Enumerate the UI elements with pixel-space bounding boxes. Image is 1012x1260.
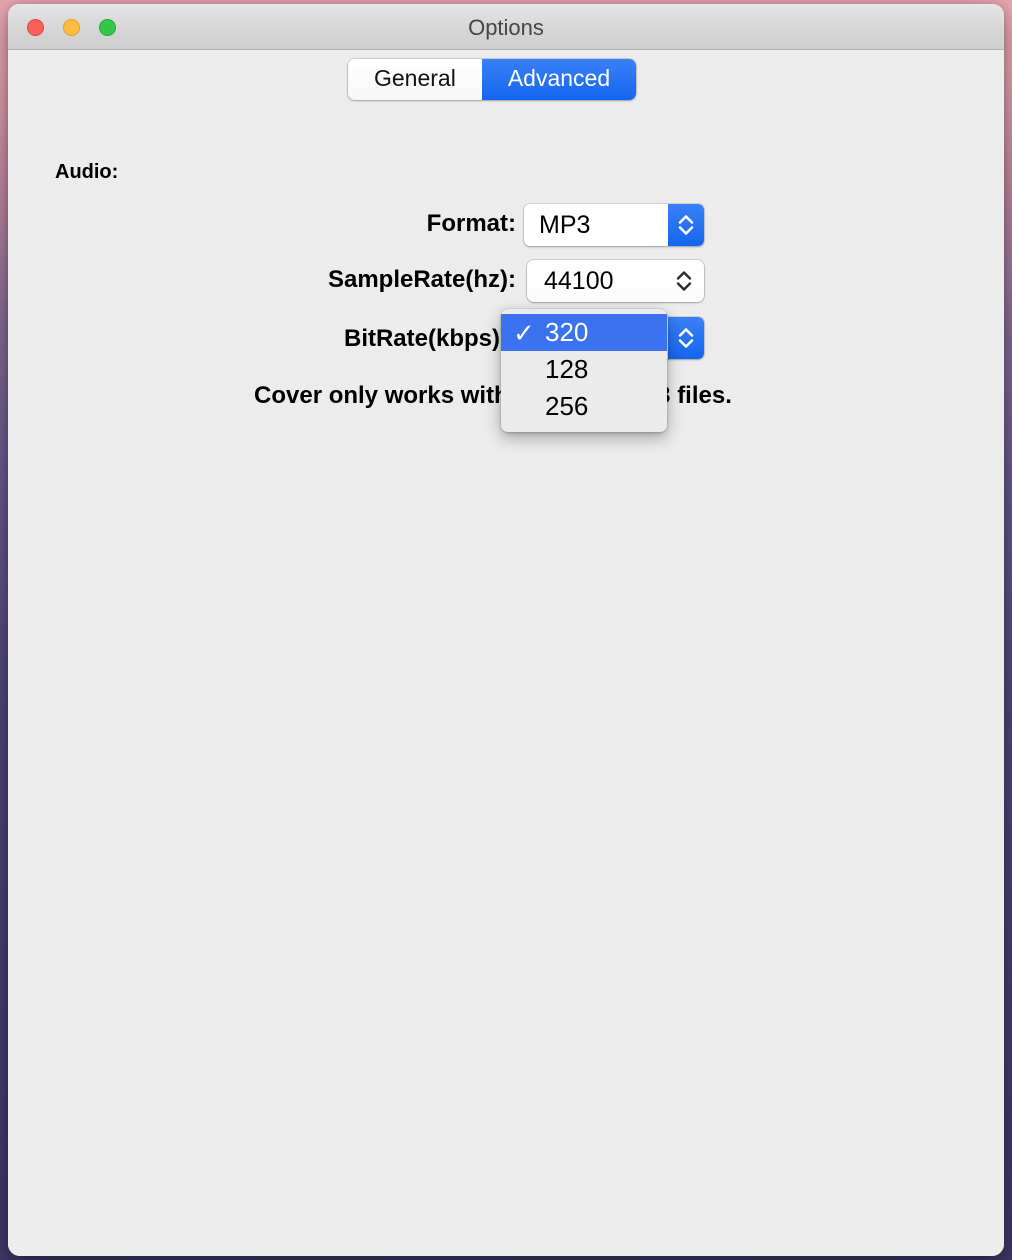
dropdown-item-128[interactable]: 128	[501, 351, 667, 388]
tab-bar: General Advanced	[348, 59, 637, 100]
samplerate-value[interactable]: 44100	[527, 267, 664, 296]
bitrate-label: BitRate(kbps):	[343, 325, 508, 352]
dropdown-item-label: 320	[545, 317, 589, 347]
bitrate-dropdown-menu[interactable]: ✓ 320 128 256	[501, 309, 667, 432]
tab-advanced[interactable]: Advanced	[481, 59, 637, 100]
samplerate-stepper-icon[interactable]	[664, 268, 704, 294]
bitrate-row: BitRate(kbps):	[8, 323, 508, 363]
bitrate-stepper-icon[interactable]	[668, 317, 704, 359]
samplerate-row: SampleRate(hz):	[8, 264, 516, 304]
format-popup-button[interactable]: MP3	[524, 204, 704, 246]
format-value: MP3	[539, 210, 591, 239]
checkmark-icon: ✓	[513, 317, 535, 348]
format-stepper-icon[interactable]	[668, 204, 704, 246]
dropdown-item-256[interactable]: 256	[501, 388, 667, 425]
up-down-chevron-icon	[676, 271, 692, 291]
samplerate-label: SampleRate(hz):	[327, 266, 516, 293]
dropdown-item-label: 256	[545, 391, 589, 421]
window-title: Options	[468, 15, 544, 40]
dropdown-item-label: 128	[545, 354, 589, 384]
up-down-chevron-icon	[678, 215, 694, 235]
window-content: General Advanced Audio: Format: MP3 Samp…	[8, 50, 1004, 1256]
format-row: Format:	[8, 208, 516, 248]
audio-section-label: Audio:	[55, 161, 119, 183]
up-down-chevron-icon	[678, 328, 694, 348]
samplerate-combo-field[interactable]: 44100	[527, 260, 704, 302]
tab-general[interactable]: General	[348, 59, 482, 100]
options-window: Options General Advanced Audio: Format: …	[8, 4, 1004, 1256]
window-titlebar: Options	[8, 4, 1004, 50]
dropdown-item-320[interactable]: ✓ 320	[501, 314, 667, 351]
format-label: Format:	[426, 210, 516, 237]
